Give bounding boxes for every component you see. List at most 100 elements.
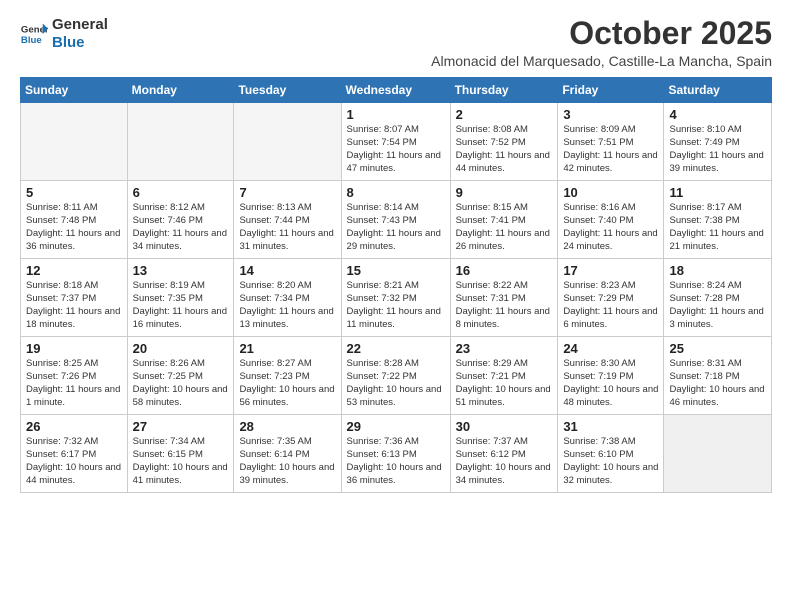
day-info: Sunrise: 8:07 AM Sunset: 7:54 PM Dayligh…: [347, 124, 445, 175]
week-row-5: 26 Sunrise: 7:32 AM Sunset: 6:17 PM Dayli…: [21, 415, 772, 493]
day-number: 26: [26, 419, 122, 434]
day-info: Sunrise: 8:25 AM Sunset: 7:26 PM Dayligh…: [26, 358, 122, 409]
day-info: Sunrise: 7:36 AM Sunset: 6:13 PM Dayligh…: [347, 436, 445, 487]
day-info: Sunrise: 8:27 AM Sunset: 7:23 PM Dayligh…: [239, 358, 335, 409]
day-cell: 30 Sunrise: 7:37 AM Sunset: 6:12 PM Dayli…: [450, 415, 558, 493]
week-row-1: 1 Sunrise: 8:07 AM Sunset: 7:54 PM Daylig…: [21, 103, 772, 181]
day-info: Sunrise: 8:10 AM Sunset: 7:49 PM Dayligh…: [669, 124, 766, 175]
day-cell: 13 Sunrise: 8:19 AM Sunset: 7:35 PM Dayli…: [127, 259, 234, 337]
calendar-table: SundayMondayTuesdayWednesdayThursdayFrid…: [20, 77, 772, 493]
day-info: Sunrise: 7:35 AM Sunset: 6:14 PM Dayligh…: [239, 436, 335, 487]
month-title: October 2025: [431, 16, 772, 51]
header-row: SundayMondayTuesdayWednesdayThursdayFrid…: [21, 78, 772, 103]
day-number: 13: [133, 263, 229, 278]
header-cell-saturday: Saturday: [664, 78, 772, 103]
title-block: October 2025 Almonacid del Marquesado, C…: [431, 16, 772, 69]
day-info: Sunrise: 8:16 AM Sunset: 7:40 PM Dayligh…: [563, 202, 658, 253]
day-number: 7: [239, 185, 335, 200]
day-number: 2: [456, 107, 553, 122]
day-number: 25: [669, 341, 766, 356]
day-cell: 12Sunrise: 8:18 AM Sunset: 7:37 PM Dayli…: [21, 259, 128, 337]
day-cell: 16 Sunrise: 8:22 AM Sunset: 7:31 PM Dayli…: [450, 259, 558, 337]
header-cell-thursday: Thursday: [450, 78, 558, 103]
day-info: Sunrise: 8:17 AM Sunset: 7:38 PM Dayligh…: [669, 202, 766, 253]
day-number: 24: [563, 341, 658, 356]
day-info: Sunrise: 8:14 AM Sunset: 7:43 PM Dayligh…: [347, 202, 445, 253]
logo-blue: Blue: [52, 34, 108, 52]
day-info: Sunrise: 8:13 AM Sunset: 7:44 PM Dayligh…: [239, 202, 335, 253]
day-info: Sunrise: 7:38 AM Sunset: 6:10 PM Dayligh…: [563, 436, 658, 487]
header-cell-monday: Monday: [127, 78, 234, 103]
day-info: Sunrise: 8:15 AM Sunset: 7:41 PM Dayligh…: [456, 202, 553, 253]
logo-icon: General Blue: [20, 20, 48, 48]
day-number: 6: [133, 185, 229, 200]
day-cell: 2Sunrise: 8:08 AM Sunset: 7:52 PM Daylig…: [450, 103, 558, 181]
location: Almonacid del Marquesado, Castille-La Ma…: [431, 53, 772, 69]
day-cell: 31 Sunrise: 7:38 AM Sunset: 6:10 PM Dayli…: [558, 415, 664, 493]
day-cell: 25 Sunrise: 8:31 AM Sunset: 7:18 PM Dayli…: [664, 337, 772, 415]
day-number: 30: [456, 419, 553, 434]
day-cell: 21Sunrise: 8:27 AM Sunset: 7:23 PM Dayli…: [234, 337, 341, 415]
day-cell: 1 Sunrise: 8:07 AM Sunset: 7:54 PM Daylig…: [341, 103, 450, 181]
day-number: 1: [347, 107, 445, 122]
week-row-4: 19Sunrise: 8:25 AM Sunset: 7:26 PM Dayli…: [21, 337, 772, 415]
day-cell: 8Sunrise: 8:14 AM Sunset: 7:43 PM Daylig…: [341, 181, 450, 259]
day-info: Sunrise: 8:11 AM Sunset: 7:48 PM Dayligh…: [26, 202, 122, 253]
day-cell: 15 Sunrise: 8:21 AM Sunset: 7:32 PM Dayli…: [341, 259, 450, 337]
day-cell: 19Sunrise: 8:25 AM Sunset: 7:26 PM Dayli…: [21, 337, 128, 415]
day-cell: 29 Sunrise: 7:36 AM Sunset: 6:13 PM Dayli…: [341, 415, 450, 493]
day-number: 31: [563, 419, 658, 434]
day-info: Sunrise: 8:12 AM Sunset: 7:46 PM Dayligh…: [133, 202, 229, 253]
day-number: 14: [239, 263, 335, 278]
day-cell: 20Sunrise: 8:26 AM Sunset: 7:25 PM Dayli…: [127, 337, 234, 415]
day-cell: 23Sunrise: 8:29 AM Sunset: 7:21 PM Dayli…: [450, 337, 558, 415]
day-info: Sunrise: 8:21 AM Sunset: 7:32 PM Dayligh…: [347, 280, 445, 331]
day-number: 4: [669, 107, 766, 122]
day-cell: [234, 103, 341, 181]
header-cell-tuesday: Tuesday: [234, 78, 341, 103]
day-number: 5: [26, 185, 122, 200]
day-cell: 18Sunrise: 8:24 AM Sunset: 7:28 PM Dayli…: [664, 259, 772, 337]
page: General Blue General Blue October 2025 A…: [0, 0, 792, 503]
svg-text:Blue: Blue: [21, 35, 42, 46]
day-number: 18: [669, 263, 766, 278]
day-number: 29: [347, 419, 445, 434]
day-number: 15: [347, 263, 445, 278]
day-info: Sunrise: 8:26 AM Sunset: 7:25 PM Dayligh…: [133, 358, 229, 409]
day-cell: 11Sunrise: 8:17 AM Sunset: 7:38 PM Dayli…: [664, 181, 772, 259]
day-info: Sunrise: 8:18 AM Sunset: 7:37 PM Dayligh…: [26, 280, 122, 331]
week-row-3: 12Sunrise: 8:18 AM Sunset: 7:37 PM Dayli…: [21, 259, 772, 337]
day-cell: 10 Sunrise: 8:16 AM Sunset: 7:40 PM Dayli…: [558, 181, 664, 259]
day-info: Sunrise: 7:34 AM Sunset: 6:15 PM Dayligh…: [133, 436, 229, 487]
day-cell: 22Sunrise: 8:28 AM Sunset: 7:22 PM Dayli…: [341, 337, 450, 415]
day-info: Sunrise: 7:37 AM Sunset: 6:12 PM Dayligh…: [456, 436, 553, 487]
day-number: 10: [563, 185, 658, 200]
day-info: Sunrise: 7:32 AM Sunset: 6:17 PM Dayligh…: [26, 436, 122, 487]
day-cell: 6 Sunrise: 8:12 AM Sunset: 7:46 PM Daylig…: [127, 181, 234, 259]
logo-general: General: [52, 16, 108, 34]
day-number: 23: [456, 341, 553, 356]
day-cell: [21, 103, 128, 181]
day-cell: [127, 103, 234, 181]
day-cell: 24 Sunrise: 8:30 AM Sunset: 7:19 PM Dayli…: [558, 337, 664, 415]
day-number: 16: [456, 263, 553, 278]
day-cell: 27 Sunrise: 7:34 AM Sunset: 6:15 PM Dayli…: [127, 415, 234, 493]
day-info: Sunrise: 8:30 AM Sunset: 7:19 PM Dayligh…: [563, 358, 658, 409]
day-info: Sunrise: 8:22 AM Sunset: 7:31 PM Dayligh…: [456, 280, 553, 331]
day-number: 27: [133, 419, 229, 434]
day-number: 3: [563, 107, 658, 122]
day-info: Sunrise: 8:19 AM Sunset: 7:35 PM Dayligh…: [133, 280, 229, 331]
header-cell-wednesday: Wednesday: [341, 78, 450, 103]
day-number: 17: [563, 263, 658, 278]
day-cell: 17 Sunrise: 8:23 AM Sunset: 7:29 PM Dayli…: [558, 259, 664, 337]
header-cell-friday: Friday: [558, 78, 664, 103]
day-info: Sunrise: 8:20 AM Sunset: 7:34 PM Dayligh…: [239, 280, 335, 331]
day-info: Sunrise: 8:23 AM Sunset: 7:29 PM Dayligh…: [563, 280, 658, 331]
day-info: Sunrise: 8:31 AM Sunset: 7:18 PM Dayligh…: [669, 358, 766, 409]
day-number: 28: [239, 419, 335, 434]
day-cell: 9Sunrise: 8:15 AM Sunset: 7:41 PM Daylig…: [450, 181, 558, 259]
day-info: Sunrise: 8:28 AM Sunset: 7:22 PM Dayligh…: [347, 358, 445, 409]
day-cell: 7 Sunrise: 8:13 AM Sunset: 7:44 PM Daylig…: [234, 181, 341, 259]
day-cell: 3Sunrise: 8:09 AM Sunset: 7:51 PM Daylig…: [558, 103, 664, 181]
day-cell: [664, 415, 772, 493]
